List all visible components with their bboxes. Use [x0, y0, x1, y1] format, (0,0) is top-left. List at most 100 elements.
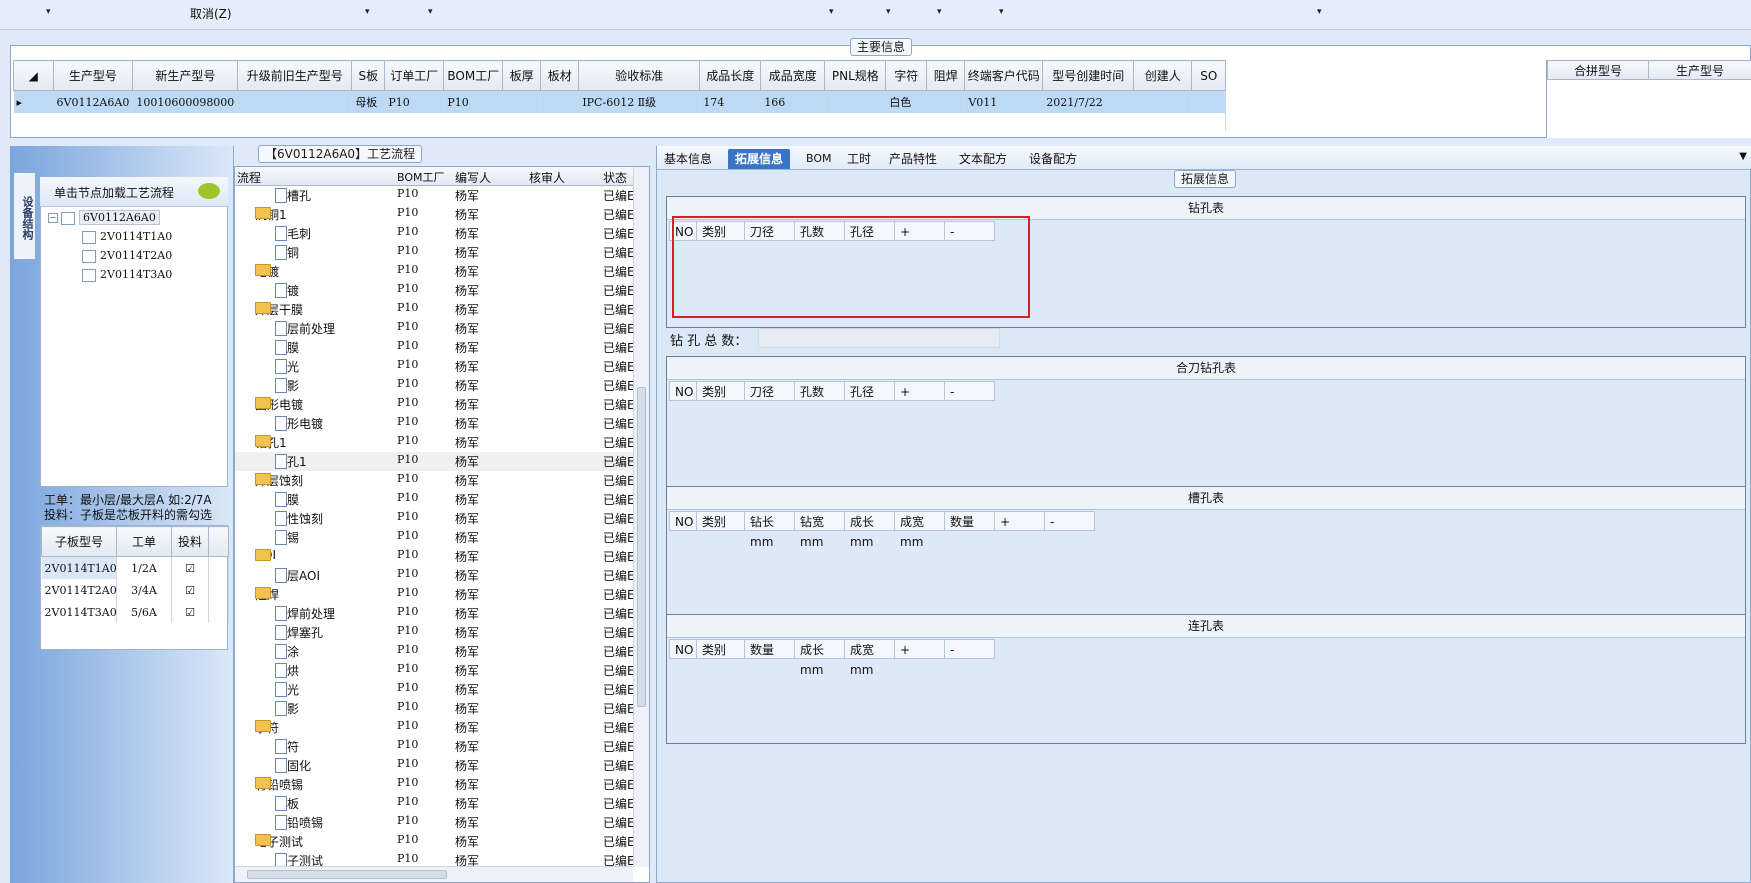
process-row[interactable]: 退锡 P10 杨军 已编E: [235, 528, 633, 547]
drill-total-field[interactable]: [758, 328, 1000, 348]
process-row[interactable]: −钻孔1P10杨军已编E: [235, 433, 633, 452]
column-header[interactable]: 型号创建时间: [1042, 60, 1135, 91]
flow-column-header[interactable]: 流程: [237, 169, 261, 186]
column-header[interactable]: -: [945, 639, 995, 659]
process-row[interactable]: 钻孔1 P10 杨军 已编E: [235, 452, 633, 471]
tree-checkbox[interactable]: [61, 211, 75, 225]
dropdown-arrow-icon[interactable]: ▾: [365, 7, 370, 17]
tree-node-root[interactable]: −6V0112A6A0: [48, 210, 160, 226]
column-header[interactable]: 板材: [540, 60, 580, 91]
process-row[interactable]: 外层AOI P10 杨军 已编E: [235, 566, 633, 585]
process-row[interactable]: −字符P10杨军已编E: [235, 718, 633, 737]
dropdown-arrow-icon[interactable]: ▾: [999, 7, 1004, 17]
dropdown-arrow-icon[interactable]: ▾: [829, 7, 834, 17]
main-info-data-row[interactable]: ▸ 6V0112A6A0 10010600098000 母板 P10 P10 IPC-60…: [13, 90, 1227, 113]
writer-column-header[interactable]: 编写人: [455, 169, 491, 186]
collapse-icon[interactable]: −: [48, 213, 58, 223]
feed-checkbox[interactable]: ☑: [171, 556, 209, 579]
column-header[interactable]: PNL规格: [824, 60, 887, 91]
column-header[interactable]: +: [895, 381, 945, 401]
process-row[interactable]: 板镀 P10 杨军 已编E: [235, 281, 633, 300]
status-column-header[interactable]: 状态: [603, 169, 627, 186]
dropdown-arrow-icon[interactable]: ▾: [1317, 7, 1322, 17]
column-header[interactable]: 阻焊: [926, 60, 966, 91]
tree-checkbox[interactable]: [82, 268, 96, 282]
tab-work-hours[interactable]: 工时: [840, 149, 878, 169]
scrollbar-thumb[interactable]: [247, 870, 447, 879]
process-row[interactable]: 喷涂 P10 杨军 已编E: [235, 642, 633, 661]
column-header[interactable]: SO: [1191, 60, 1227, 91]
column-header[interactable]: 创建人: [1133, 60, 1193, 91]
process-row[interactable]: −电子测试P10杨军已编E: [235, 832, 633, 851]
tree-node-child[interactable]: 2V0114T2A0: [82, 248, 172, 264]
process-row[interactable]: 烘板 P10 杨军 已编E: [235, 794, 633, 813]
dropdown-arrow-icon[interactable]: ▾: [428, 7, 433, 17]
column-header[interactable]: 订单工厂: [384, 60, 445, 91]
table-row[interactable]: 2V0114T1A0 1/2A ☑: [41, 556, 229, 579]
tab-extended-info[interactable]: 拓展信息: [728, 149, 791, 169]
column-header[interactable]: -: [945, 381, 995, 401]
device-structure-tab[interactable]: 设备结构: [13, 172, 35, 260]
process-row[interactable]: 曝光 P10 杨军 已编E: [235, 357, 633, 376]
process-row[interactable]: −外层干膜P10杨军已编E: [235, 300, 633, 319]
process-row[interactable]: 沉铜 P10 杨军 已编E: [235, 243, 633, 262]
process-row[interactable]: 去毛刺 P10 杨军 已编E: [235, 224, 633, 243]
process-row[interactable]: −电镀P10杨军已编E: [235, 262, 633, 281]
column-header[interactable]: 升级前旧生产型号: [237, 60, 353, 91]
reviewer-column-header[interactable]: 核审人: [529, 169, 565, 186]
process-row[interactable]: 预烘 P10 杨军 已编E: [235, 661, 633, 680]
tab-product-features[interactable]: 产品特性: [882, 149, 944, 169]
process-row[interactable]: 终固化 P10 杨军 已编E: [235, 756, 633, 775]
process-row[interactable]: −阻焊P10杨军已编E: [235, 585, 633, 604]
column-header[interactable]: 生产型号: [52, 60, 134, 91]
process-row[interactable]: 退膜 P10 杨军 已编E: [235, 490, 633, 509]
feed-checkbox[interactable]: ☑: [171, 601, 209, 623]
bom-column-header[interactable]: BOM工厂: [397, 169, 445, 185]
table-row[interactable]: 2V0114T3A0 5/6A ☑: [41, 601, 229, 623]
column-header[interactable]: 字符: [885, 60, 928, 91]
process-row[interactable]: −图形电镀P10杨军已编E: [235, 395, 633, 414]
process-row[interactable]: 贴膜 P10 杨军 已编E: [235, 338, 633, 357]
tab-equipment-recipe[interactable]: 设备配方: [1022, 149, 1084, 169]
column-header[interactable]: S板: [351, 60, 386, 91]
tab-dropdown-icon[interactable]: ▼: [1739, 151, 1747, 162]
cancel-menu-item[interactable]: 取消(Z): [190, 5, 232, 22]
tree-checkbox[interactable]: [82, 249, 96, 263]
column-header[interactable]: 板厚: [502, 60, 542, 91]
process-row[interactable]: 铣槽孔 P10 杨军 已编E: [235, 186, 633, 205]
vertical-scrollbar[interactable]: [633, 167, 649, 867]
tree-node-child[interactable]: 2V0114T3A0: [82, 267, 172, 283]
process-row[interactable]: 图形电镀 P10 杨军 已编E: [235, 414, 633, 433]
process-row[interactable]: 曝光 P10 杨军 已编E: [235, 680, 633, 699]
process-row[interactable]: −AOIP10杨军已编E: [235, 547, 633, 566]
process-row[interactable]: 碱性蚀刻 P10 杨军 已编E: [235, 509, 633, 528]
table-row[interactable]: 2V0114T2A0 3/4A ☑: [41, 579, 229, 601]
process-row[interactable]: 外层前处理 P10 杨军 已编E: [235, 319, 633, 338]
column-header[interactable]: -: [1045, 511, 1095, 531]
dropdown-arrow-icon[interactable]: ▾: [46, 7, 51, 17]
process-row[interactable]: 电子测试 P10 杨军 已编E: [235, 851, 633, 866]
dropdown-arrow-icon[interactable]: ▾: [937, 7, 942, 17]
column-header[interactable]: 新生产型号: [132, 60, 239, 91]
tree-checkbox[interactable]: [82, 230, 96, 244]
process-row[interactable]: 有铅喷锡 P10 杨军 已编E: [235, 813, 633, 832]
column-header[interactable]: BOM工厂: [443, 60, 504, 91]
column-header[interactable]: 成品长度: [699, 60, 762, 91]
tree-node-child[interactable]: 2V0114T1A0: [82, 229, 172, 245]
scrollbar-thumb[interactable]: [637, 387, 646, 707]
process-row[interactable]: 显影 P10 杨军 已编E: [235, 376, 633, 395]
process-row[interactable]: 字符 P10 杨军 已编E: [235, 737, 633, 756]
process-row[interactable]: −沉铜1P10杨军已编E: [235, 205, 633, 224]
process-row[interactable]: 显影 P10 杨军 已编E: [235, 699, 633, 718]
tab-text-recipe[interactable]: 文本配方: [952, 149, 1014, 169]
tab-basic-info[interactable]: 基本信息: [657, 149, 719, 169]
process-row[interactable]: −外层蚀刻P10杨军已编E: [235, 471, 633, 490]
column-header[interactable]: 成品宽度: [760, 60, 826, 91]
process-row[interactable]: 阻焊塞孔 P10 杨军 已编E: [235, 623, 633, 642]
column-header[interactable]: 验收标准: [578, 60, 701, 91]
feed-checkbox[interactable]: ☑: [171, 579, 209, 601]
column-header[interactable]: 终端客户代码: [964, 60, 1044, 91]
column-header[interactable]: +: [995, 511, 1045, 531]
process-row[interactable]: −有铅喷锡P10杨军已编E: [235, 775, 633, 794]
horizontal-scrollbar[interactable]: [235, 866, 633, 882]
